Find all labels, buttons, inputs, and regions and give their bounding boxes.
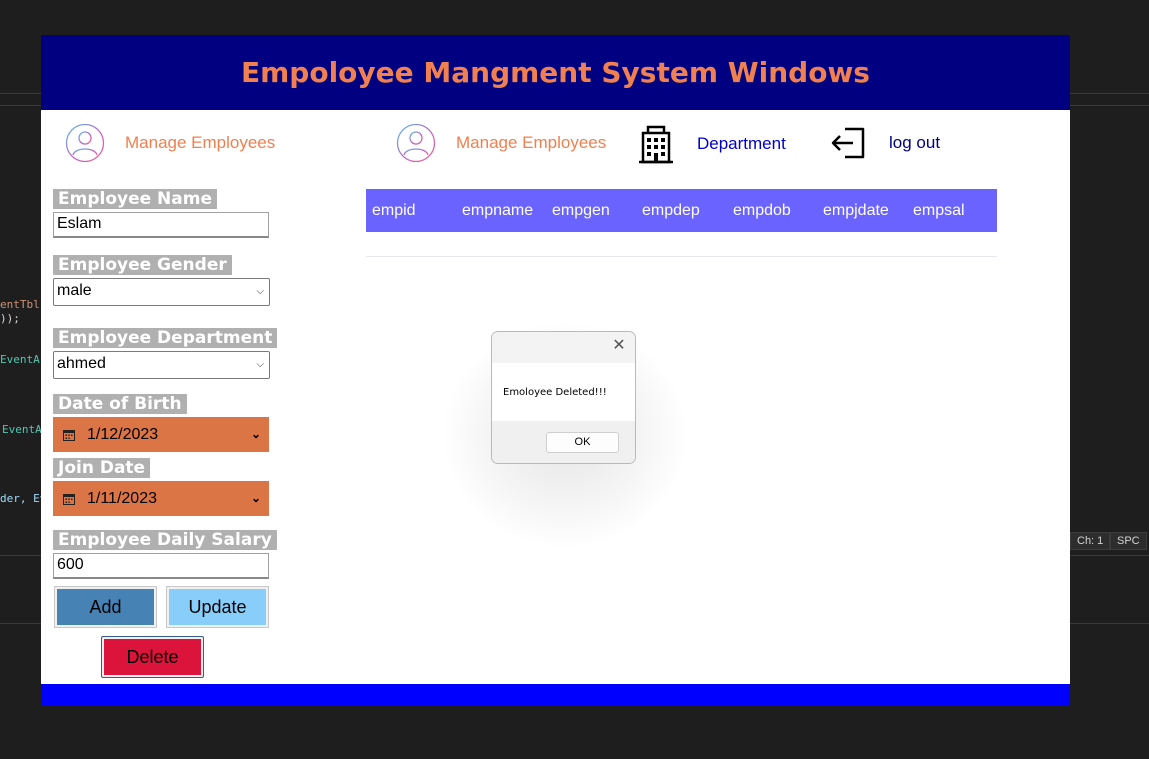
delete-button[interactable]: Delete	[104, 639, 201, 675]
employee-gender-select[interactable]: male ⌵	[53, 278, 270, 306]
building-icon	[639, 125, 673, 164]
employee-gender-value: male	[57, 282, 92, 299]
date-of-birth-value: 1/12/2023	[87, 425, 159, 443]
nav-department-label: Department	[697, 134, 786, 153]
user-icon	[65, 123, 105, 163]
employee-department-value: ahmed	[57, 355, 106, 372]
nav-left-manage-employees[interactable]: Manage Employees	[65, 123, 275, 163]
daily-salary-input[interactable]: 600	[53, 553, 269, 579]
grid-column-header[interactable]: empjdate	[823, 189, 889, 232]
nav-manage-employees-label: Manage Employees	[456, 133, 607, 152]
chevron-down-icon: ⌵	[256, 359, 264, 370]
grid-column-header[interactable]: empname	[462, 189, 533, 232]
nav-manage-employees[interactable]: Manage Employees	[396, 123, 606, 163]
employee-name-input[interactable]: Eslam	[53, 212, 269, 238]
user-icon	[396, 123, 436, 163]
calendar-icon	[63, 493, 75, 505]
bottom-bar	[41, 684, 1070, 705]
nav-department[interactable]: Department	[635, 123, 786, 165]
dialog-message: Emoloyee Deleted!!!	[503, 387, 607, 398]
logout-icon	[831, 127, 865, 159]
message-dialog: ✕ Emoloyee Deleted!!! OK	[491, 331, 636, 464]
chevron-down-icon: ⌄	[250, 491, 261, 505]
employee-grid-header: empid empname empgen empdep empdob empjd…	[366, 189, 997, 232]
grid-divider	[366, 256, 997, 257]
ide-code-line: ));	[0, 312, 20, 325]
nav-left-manage-employees-label: Manage Employees	[125, 133, 276, 152]
add-button[interactable]: Add	[57, 589, 154, 625]
ok-button[interactable]: OK	[546, 432, 619, 453]
dialog-footer: OK	[492, 421, 635, 463]
employee-gender-label: Employee Gender	[53, 255, 232, 275]
grid-column-header[interactable]: empid	[372, 189, 416, 232]
ide-code-line: entTbl"	[0, 298, 47, 311]
update-button[interactable]: Update	[169, 589, 266, 625]
status-ch: Ch: 1	[1070, 532, 1111, 550]
grid-column-header[interactable]: empsal	[913, 189, 965, 232]
chevron-down-icon: ⌄	[250, 427, 261, 441]
join-date-picker[interactable]: 1/11/2023 ⌄	[53, 481, 269, 516]
join-date-label: Join Date	[53, 458, 151, 478]
status-spc: SPC	[1110, 532, 1147, 550]
join-date-value: 1/11/2023	[87, 489, 157, 507]
grid-column-header[interactable]: empdep	[642, 189, 700, 232]
title-bar: Empoloyee Mangment System Windows	[41, 35, 1070, 110]
grid-column-header[interactable]: empdob	[733, 189, 791, 232]
dialog-titlebar: ✕	[492, 332, 635, 363]
date-of-birth-label: Date of Birth	[53, 394, 187, 414]
employee-name-label: Employee Name	[53, 189, 218, 209]
date-of-birth-picker[interactable]: 1/12/2023 ⌄	[53, 417, 269, 452]
nav-logout[interactable]: log out	[829, 123, 940, 163]
daily-salary-label: Employee Daily Salary	[53, 530, 277, 550]
employee-department-select[interactable]: ahmed ⌵	[53, 351, 270, 379]
nav-logout-label: log out	[889, 133, 941, 152]
employee-department-label: Employee Department	[53, 328, 278, 348]
calendar-icon	[63, 429, 75, 441]
chevron-down-icon: ⌵	[256, 286, 264, 297]
close-icon[interactable]: ✕	[612, 338, 626, 354]
grid-column-header[interactable]: empgen	[552, 189, 610, 232]
app-title: Empoloyee Mangment System Windows	[241, 56, 870, 89]
